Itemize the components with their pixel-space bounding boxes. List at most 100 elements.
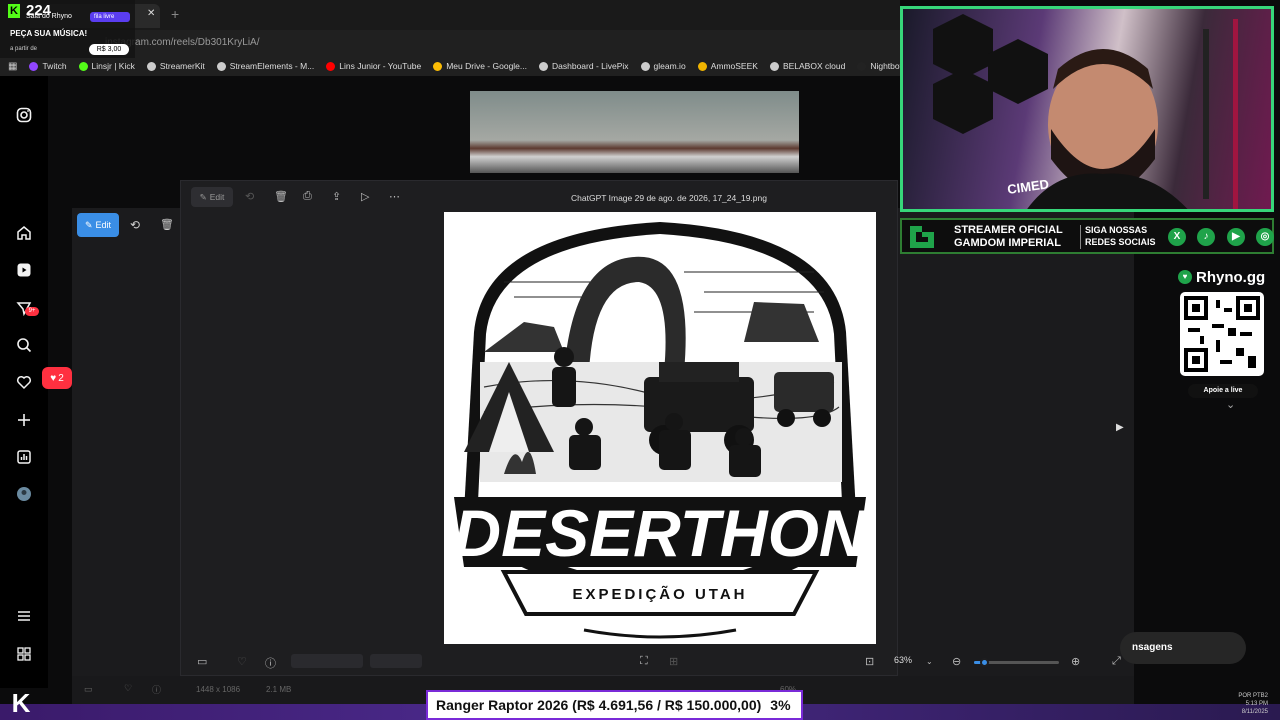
qr-code: [1180, 292, 1264, 376]
sponsor-banner: STREAMER OFICIAL GAMDOM IMPERIAL SIGA NO…: [900, 218, 1274, 254]
viewer-bottom-bar: ▭ ♡ ⓘ ⛶ ⊞ ⊡ 63% ⌄ ⊖ ⊕ ⤢: [181, 647, 1121, 677]
search-icon[interactable]: [14, 335, 34, 355]
delete-icon[interactable]: 🗑: [160, 218, 174, 231]
notifications-heart-icon[interactable]: [14, 372, 34, 392]
bookmark-favicon-icon: [857, 61, 867, 71]
kick-logo-icon: K: [11, 688, 31, 718]
bookmark-item[interactable]: StreamElements - M...: [216, 61, 315, 71]
profile-avatar[interactable]: [14, 484, 34, 504]
more-options-icon[interactable]: ⋯: [389, 190, 400, 203]
filmstrip-icon[interactable]: ▭: [84, 684, 93, 695]
instagram-logo-icon[interactable]: [14, 105, 34, 125]
tab-close-icon[interactable]: ✕: [147, 8, 155, 19]
bookmark-item[interactable]: Twitch: [29, 61, 67, 71]
queue-badge: fila livre: [90, 12, 130, 22]
zoom-in-icon[interactable]: ⊕: [1071, 655, 1080, 668]
likes-pill[interactable]: ♥ 2: [42, 367, 72, 389]
bookmark-label: Lins Junior - YouTube: [339, 61, 422, 71]
bookmark-item[interactable]: Dashboard - LivePix: [539, 61, 629, 71]
back-edit-button[interactable]: ✎ Edit: [77, 213, 119, 237]
rhyno-qr-panel: ♥ Rhyno.gg Apoie a live: [1166, 262, 1276, 407]
clock-time: 5:13 PM: [1245, 701, 1268, 707]
back-edit-label: Edit: [95, 220, 112, 230]
dashboard-icon[interactable]: [14, 447, 34, 467]
keyboard-lang: POR PTB2: [1238, 693, 1268, 699]
edit-button[interactable]: ✎ Edit: [191, 187, 233, 207]
fullscreen-icon[interactable]: ⤢: [1112, 655, 1121, 668]
bookmark-favicon-icon: [433, 61, 443, 71]
chevron-down-icon[interactable]: ⌄: [926, 657, 933, 666]
bookmark-label: StreamElements - M...: [229, 61, 315, 71]
banner-line-2: GAMDOM IMPERIAL: [954, 237, 1061, 249]
filmstrip-icon[interactable]: ▭: [197, 655, 207, 668]
bookmark-favicon-icon: [640, 61, 650, 71]
bookmark-item[interactable]: gleam.io: [640, 61, 686, 71]
favorite-icon[interactable]: ♡: [237, 655, 247, 668]
more-menu-icon[interactable]: [14, 606, 34, 626]
chevron-down-icon[interactable]: ⌄: [1226, 398, 1235, 411]
youtube-icon: ▶: [1227, 228, 1245, 246]
bookmark-favicon-icon: [29, 61, 39, 71]
bookmark-label: Linsjr | Kick: [91, 61, 135, 71]
home-icon[interactable]: [14, 223, 34, 243]
fit-view-icon[interactable]: ⊡: [865, 655, 874, 668]
compare-icon[interactable]: ⊞: [669, 655, 678, 668]
delete-icon[interactable]: 🗑: [274, 190, 288, 203]
reels-icon[interactable]: [14, 260, 34, 280]
goal-percent: 3%: [770, 697, 791, 713]
info-icon[interactable]: ⓘ: [152, 683, 161, 696]
from-label: a partir de: [10, 46, 38, 52]
edit-label: Edit: [209, 192, 225, 202]
art-subtitle-text: EXPEDIÇÃO UTAH: [572, 585, 747, 603]
reel-thumbnail[interactable]: [470, 91, 799, 173]
goal-text: Ranger Raptor 2026 (R$ 4.691,56 / R$ 150…: [436, 697, 762, 713]
next-arrow-icon[interactable]: ▶: [1116, 422, 1124, 433]
bookmark-item[interactable]: Lins Junior - YouTube: [326, 61, 421, 71]
instagram-icon: ◎: [1256, 228, 1274, 246]
new-tab-icon[interactable]: +: [171, 6, 179, 22]
crop-icon[interactable]: ⛶: [640, 655, 648, 668]
support-live-badge: Apoie a live: [1188, 384, 1258, 398]
deserthon-logo-image: DESERTHON EXPEDIÇÃO UTAH: [444, 212, 876, 644]
zoom-slider[interactable]: [974, 658, 1059, 667]
info-icon[interactable]: ⓘ: [265, 655, 276, 671]
print-icon[interactable]: ⎙: [303, 190, 312, 203]
price-badge: R$ 3,00: [89, 44, 129, 55]
bookmark-item[interactable]: Linsjr | Kick: [78, 61, 135, 71]
apps-grid-icon[interactable]: ▦: [8, 61, 17, 72]
bookmark-item[interactable]: BELABOX cloud: [769, 61, 845, 71]
bookmark-label: Dashboard - LivePix: [552, 61, 629, 71]
bookmark-label: gleam.io: [653, 61, 686, 71]
clock-date: 8/11/2025: [1241, 709, 1268, 715]
favorite-icon[interactable]: ♡: [124, 683, 132, 694]
notification-badge: 9+: [25, 307, 39, 316]
bookmarks-bar: ▦ Twitch Linsjr | Kick StreamerKit StreamEl…: [0, 56, 942, 76]
bookmark-item[interactable]: AmmoSEEK: [697, 61, 758, 71]
rotate-icon[interactable]: ⟲: [245, 190, 254, 203]
bookmark-favicon-icon: [326, 61, 336, 71]
image-dimensions: 1448 x 1086: [196, 685, 241, 694]
rotate-icon[interactable]: ⟲: [130, 218, 140, 232]
bookmark-item[interactable]: StreamerKit: [146, 61, 205, 71]
slideshow-icon[interactable]: ▷: [361, 190, 369, 203]
messages-pill[interactable]: nsagens: [1120, 632, 1246, 664]
instagram-sidebar: [0, 76, 48, 688]
also-from-meta-icon[interactable]: [14, 644, 34, 664]
bookmark-favicon-icon: [216, 61, 226, 71]
bookmark-favicon-icon: [769, 61, 779, 71]
address-bar[interactable]: instagram.com/reels/Db301KryLiA/: [0, 30, 900, 56]
rhyno-title: Rhyno.gg: [1196, 269, 1266, 286]
create-icon[interactable]: [14, 410, 34, 430]
bookmark-item[interactable]: Meu Drive - Google...: [433, 61, 527, 71]
bookmark-label: Twitch: [42, 61, 67, 71]
zoom-out-icon[interactable]: ⊖: [952, 655, 961, 668]
kick-logo-icon: K: [8, 4, 20, 18]
tiktok-icon: ♪: [1197, 228, 1215, 246]
share-icon[interactable]: ⇪: [332, 190, 341, 203]
bookmark-favicon-icon: [697, 61, 707, 71]
social-line-1: SIGA NOSSAS: [1085, 225, 1148, 235]
system-clock: POR PTB2 5:13 PM 8/11/2025: [1228, 692, 1268, 716]
song-request-title: PEÇA SUA MÚSICA!: [10, 29, 88, 38]
zoom-level[interactable]: 63%: [894, 655, 912, 665]
banner-line-1: STREAMER OFICIAL: [954, 224, 1063, 236]
